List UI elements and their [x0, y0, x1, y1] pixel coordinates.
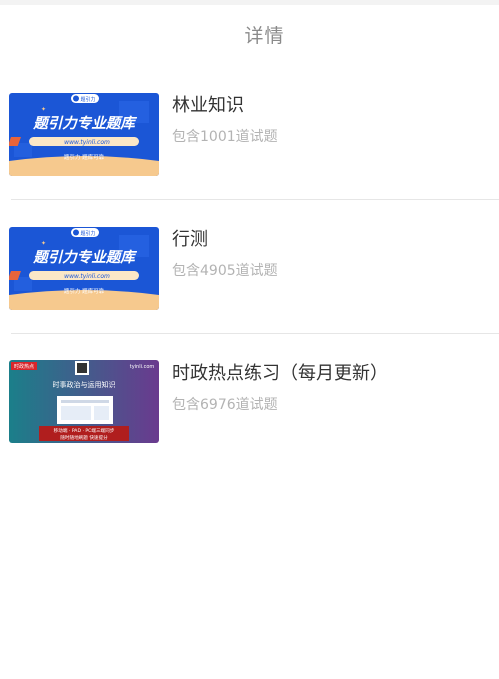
question-bank-list: 题引力 题引力专业题库 www.tyinli.com 题引力 题库可靠 ✦ 林业… — [0, 63, 499, 474]
svg-text:移动端 · PAD · PC端三端同步: 移动端 · PAD · PC端三端同步 — [54, 427, 115, 434]
list-item-aptitude[interactable]: 题引力 题引力专业题库 www.tyinli.com 题引力 题库可靠 ✦ 行测… — [0, 200, 499, 334]
brand-banner-image: 题引力 题引力专业题库 www.tyinli.com 题引力 题库可靠 ✦ — [9, 93, 159, 176]
svg-text:题引力: 题引力 — [80, 96, 95, 103]
svg-text:www.tyinli.com: www.tyinli.com — [64, 139, 110, 146]
item-title: 林业知识 — [172, 95, 244, 116]
politics-banner-image: 时政热点 tyinli.com 时事政治与运用知识 移动端 · PAD · PC… — [9, 360, 159, 443]
svg-text:随时随地刷题 快速提分: 随时随地刷题 快速提分 — [60, 434, 108, 441]
page-header: 详情 — [0, 5, 499, 63]
svg-text:题引力专业题库: 题引力专业题库 — [32, 115, 137, 132]
svg-text:时事政治与运用知识: 时事政治与运用知识 — [53, 380, 116, 389]
svg-text:时政热点: 时政热点 — [14, 363, 34, 370]
page-title: 详情 — [244, 24, 285, 47]
svg-text:✦: ✦ — [41, 240, 46, 247]
course-thumbnail: 时政热点 tyinli.com 时事政治与运用知识 移动端 · PAD · PC… — [9, 360, 159, 443]
svg-text:题引力专业题库: 题引力专业题库 — [32, 249, 137, 266]
item-question-count: 包含6976道试题 — [172, 397, 278, 413]
item-info: 行测 包含4905道试题 — [172, 229, 278, 280]
course-thumbnail: 题引力 题引力专业题库 www.tyinli.com 题引力 题库可靠 ✦ — [9, 227, 159, 310]
svg-text:题引力 题库可靠: 题引力 题库可靠 — [64, 287, 105, 295]
list-item-current-affairs[interactable]: 时政热点 tyinli.com 时事政治与运用知识 移动端 · PAD · PC… — [0, 334, 499, 474]
item-info: 时政热点练习（每月更新） 包含6976道试题 — [172, 363, 388, 414]
item-info: 林业知识 包含1001道试题 — [172, 95, 278, 146]
svg-text:tyinli.com: tyinli.com — [130, 364, 155, 370]
svg-text:题引力 题库可靠: 题引力 题库可靠 — [64, 153, 105, 161]
item-question-count: 包含4905道试题 — [172, 263, 278, 279]
list-item-forestry[interactable]: 题引力 题引力专业题库 www.tyinli.com 题引力 题库可靠 ✦ 林业… — [0, 63, 499, 200]
course-thumbnail: 题引力 题引力专业题库 www.tyinli.com 题引力 题库可靠 ✦ — [9, 93, 159, 176]
item-question-count: 包含1001道试题 — [172, 129, 278, 145]
brand-banner-image: 题引力 题引力专业题库 www.tyinli.com 题引力 题库可靠 ✦ — [9, 227, 159, 310]
svg-text:www.tyinli.com: www.tyinli.com — [64, 273, 110, 280]
svg-text:题引力: 题引力 — [80, 230, 95, 237]
item-title: 行测 — [172, 229, 208, 250]
svg-text:✦: ✦ — [41, 106, 46, 113]
item-title: 时政热点练习（每月更新） — [172, 363, 388, 384]
